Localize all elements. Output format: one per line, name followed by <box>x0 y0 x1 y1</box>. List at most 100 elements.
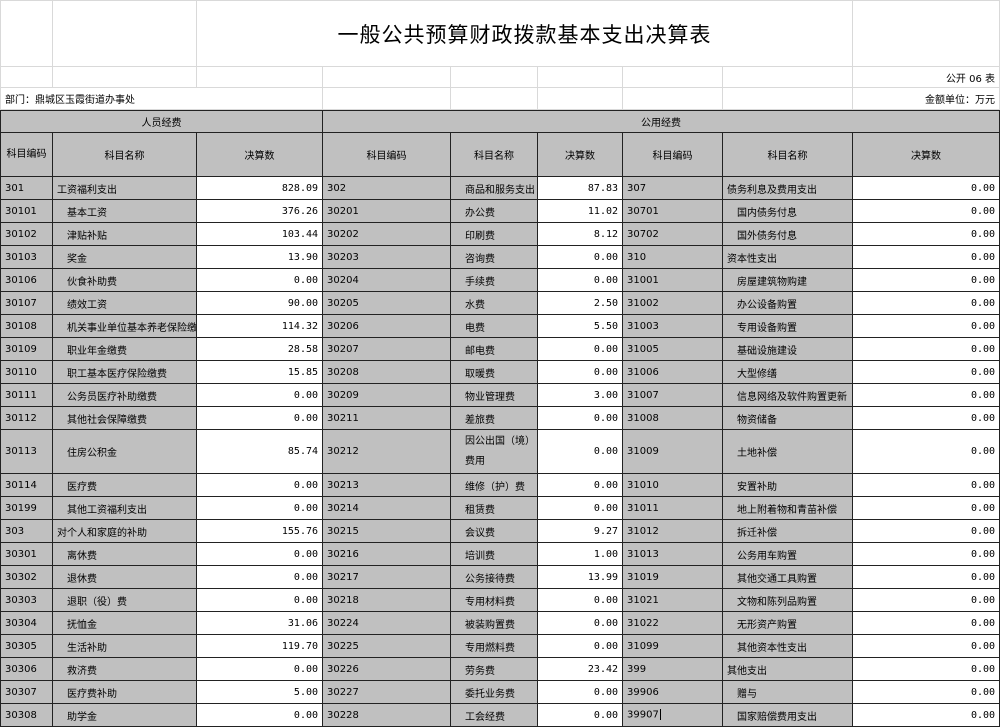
amount-cell[interactable]: 0.00 <box>852 473 1000 497</box>
amount-cell[interactable]: 0.00 <box>852 542 1000 566</box>
blank-cell[interactable] <box>322 66 451 88</box>
name-cell[interactable]: 因公出国（境）费用 <box>450 429 539 474</box>
name-cell[interactable]: 机关事业单位基本养老保险缴费 <box>52 314 197 338</box>
name-cell[interactable]: 其他交通工具购置 <box>722 565 854 589</box>
code-cell[interactable]: 30215 <box>322 519 452 543</box>
code-cell[interactable]: 30103 <box>0 245 53 269</box>
amount-cell[interactable]: 0.00 <box>537 429 624 474</box>
code-cell[interactable]: 30206 <box>322 314 452 338</box>
amount-cell[interactable]: 0.00 <box>852 565 1000 589</box>
code-cell[interactable]: 30106 <box>0 268 53 292</box>
name-cell[interactable]: 退职（役）费 <box>52 588 197 612</box>
code-cell[interactable]: 30305 <box>0 634 53 658</box>
name-cell[interactable]: 抚恤金 <box>52 611 197 635</box>
amount-cell[interactable]: 0.00 <box>852 383 1000 407</box>
code-cell[interactable]: 30224 <box>322 611 452 635</box>
code-cell[interactable]: 30205 <box>322 291 452 315</box>
code-cell[interactable]: 30110 <box>0 360 53 384</box>
name-cell[interactable]: 基础设施建设 <box>722 337 854 361</box>
amount-cell[interactable]: 0.00 <box>195 565 324 589</box>
amount-cell[interactable]: 103.44 <box>195 222 324 246</box>
code-cell[interactable]: 30307 <box>0 680 53 704</box>
amount-cell[interactable]: 0.00 <box>852 406 1000 430</box>
amount-cell[interactable]: 0.00 <box>852 360 1000 384</box>
code-header[interactable]: 科目编码 <box>322 132 452 177</box>
name-cell[interactable]: 办公费 <box>450 199 539 223</box>
name-cell[interactable]: 电费 <box>450 314 539 338</box>
blank-cell[interactable] <box>196 66 323 88</box>
amount-header[interactable]: 决算数 <box>852 132 1000 177</box>
amount-cell[interactable]: 114.32 <box>195 314 324 338</box>
name-cell[interactable]: 国家赔偿费用支出 <box>722 703 854 727</box>
name-cell[interactable]: 会议费 <box>450 519 539 543</box>
code-cell[interactable]: 31009 <box>622 429 724 474</box>
name-cell[interactable]: 专用材料费 <box>450 588 539 612</box>
amount-cell[interactable]: 0.00 <box>537 634 624 658</box>
name-cell[interactable]: 被装购置费 <box>450 611 539 635</box>
code-cell[interactable]: 30108 <box>0 314 53 338</box>
code-cell[interactable]: 31019 <box>622 565 724 589</box>
blank-cell[interactable] <box>537 66 623 88</box>
name-cell[interactable]: 基本工资 <box>52 199 197 223</box>
code-cell[interactable]: 30214 <box>322 496 452 520</box>
name-cell[interactable]: 助学金 <box>52 703 197 727</box>
code-cell[interactable]: 30203 <box>322 245 452 269</box>
amount-cell[interactable]: 0.00 <box>537 611 624 635</box>
amount-cell[interactable]: 0.00 <box>195 588 324 612</box>
code-cell[interactable]: 30213 <box>322 473 452 497</box>
name-cell[interactable]: 离休费 <box>52 542 197 566</box>
amount-cell[interactable]: 0.00 <box>537 703 624 727</box>
name-cell[interactable]: 安置补助 <box>722 473 854 497</box>
code-cell[interactable]: 30217 <box>322 565 452 589</box>
code-cell[interactable]: 30207 <box>322 337 452 361</box>
code-cell[interactable]: 30702 <box>622 222 724 246</box>
code-cell[interactable]: 31021 <box>622 588 724 612</box>
blank-cell[interactable] <box>622 87 723 110</box>
amount-cell[interactable]: 0.00 <box>537 245 624 269</box>
code-cell[interactable]: 30202 <box>322 222 452 246</box>
code-cell[interactable]: 30308 <box>0 703 53 727</box>
amount-header[interactable]: 决算数 <box>537 132 624 177</box>
code-cell[interactable]: 30218 <box>322 588 452 612</box>
name-cell[interactable]: 拆迁补偿 <box>722 519 854 543</box>
name-cell[interactable]: 房屋建筑物购建 <box>722 268 854 292</box>
code-cell[interactable]: 30204 <box>322 268 452 292</box>
amount-cell[interactable]: 11.02 <box>537 199 624 223</box>
code-cell[interactable]: 30212 <box>322 429 452 474</box>
code-cell[interactable]: 30112 <box>0 406 53 430</box>
name-cell[interactable]: 绩效工资 <box>52 291 197 315</box>
code-cell[interactable]: 30228 <box>322 703 452 727</box>
amount-cell[interactable]: 23.42 <box>537 657 624 681</box>
amount-cell[interactable]: 0.00 <box>195 268 324 292</box>
code-cell[interactable]: 30199 <box>0 496 53 520</box>
name-cell[interactable]: 信息网络及软件购置更新 <box>722 383 854 407</box>
name-cell[interactable]: 文物和陈列品购置 <box>722 588 854 612</box>
blank-cell[interactable] <box>0 0 53 67</box>
name-cell[interactable]: 医疗费 <box>52 473 197 497</box>
amount-cell[interactable]: 0.00 <box>537 268 624 292</box>
name-cell[interactable]: 专用设备购置 <box>722 314 854 338</box>
code-cell[interactable]: 39906 <box>622 680 724 704</box>
blank-cell[interactable] <box>537 87 623 110</box>
code-cell[interactable]: 31006 <box>622 360 724 384</box>
name-cell[interactable]: 退休费 <box>52 565 197 589</box>
code-cell[interactable]: 31005 <box>622 337 724 361</box>
blank-cell[interactable] <box>322 87 451 110</box>
amount-cell[interactable]: 0.00 <box>852 199 1000 223</box>
amount-cell[interactable]: 0.00 <box>195 703 324 727</box>
code-cell[interactable]: 310 <box>622 245 724 269</box>
name-cell[interactable]: 公务接待费 <box>450 565 539 589</box>
name-cell[interactable]: 培训费 <box>450 542 539 566</box>
name-cell[interactable]: 地上附着物和青苗补偿 <box>722 496 854 520</box>
code-cell[interactable]: 30227 <box>322 680 452 704</box>
code-cell[interactable]: 31099 <box>622 634 724 658</box>
code-cell[interactable]: 30111 <box>0 383 53 407</box>
blank-cell[interactable] <box>52 66 197 88</box>
amount-cell[interactable]: 0.00 <box>852 314 1000 338</box>
code-cell[interactable]: 31022 <box>622 611 724 635</box>
code-cell[interactable]: 31002 <box>622 291 724 315</box>
amount-cell[interactable]: 5.00 <box>195 680 324 704</box>
blank-cell[interactable] <box>450 87 538 110</box>
name-cell[interactable]: 劳务费 <box>450 657 539 681</box>
name-cell[interactable]: 无形资产购置 <box>722 611 854 635</box>
